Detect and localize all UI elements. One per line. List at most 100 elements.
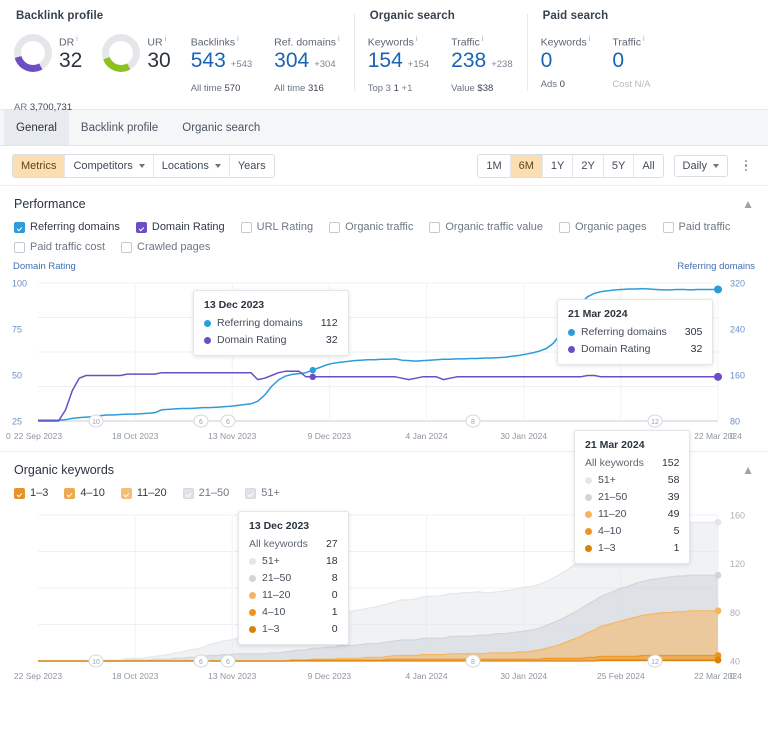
series-dot-icon [585,493,592,501]
range-2y[interactable]: 2Y [573,154,604,177]
checkbox-icon [14,241,25,253]
filter-metrics[interactable]: Metrics [13,154,66,177]
tooltip-date: 21 Mar 2024 [568,308,628,320]
checkbox-icon [245,487,257,499]
range-all[interactable]: All [634,154,663,177]
legend-organic-pages[interactable]: Organic pages [559,221,647,233]
dr-gauge-block: DR i 32 [14,34,82,72]
svg-text:25: 25 [12,417,22,427]
organic-keywords-chart[interactable]: 40 80 120 160 22 Sep 2023 18 Oct 2023 13 Nov 2… [0,430,768,699]
checkbox-icon [240,221,252,233]
checkbox-icon [182,487,194,499]
more-options-icon[interactable] [736,159,756,172]
svg-text:8: 8 [471,419,475,426]
svg-text:10: 10 [92,419,100,426]
svg-text:18 Oct 2023: 18 Oct 2023 [112,431,159,441]
info-icon[interactable]: i [589,34,591,43]
range-1m[interactable]: 1M [478,154,511,177]
filter-locations[interactable]: Locations [153,154,230,177]
svg-text:160: 160 [730,371,745,381]
organic-keywords-tooltip-2: 21 Mar 2024 All keywords 152 51+ 58 21–50 3… [574,430,691,564]
backlinks-value: 543 +543 [191,49,253,76]
legend-organic-traffic-value[interactable]: Organic traffic value [429,221,543,233]
svg-text:22 Sep 2023: 22 Sep 2023 [14,671,62,681]
svg-text:320: 320 [730,279,745,289]
svg-text:8: 8 [471,659,475,666]
filter-years[interactable]: Years [229,154,274,177]
legend-crawled-pages[interactable]: Crawled pages [121,241,210,253]
legend-kw-51plus[interactable]: 51+ [245,487,280,499]
tooltip-date: 21 Mar 2024 [585,439,645,451]
legend-domain-rating[interactable]: Domain Rating [135,221,225,233]
info-icon[interactable]: i [416,34,418,43]
organic-keywords-top3: Top 3 1 +1 [367,82,413,94]
organic-keywords-title: Organic keywords [14,463,115,477]
info-icon[interactable]: i [76,34,78,43]
legend-paid-traffic[interactable]: Paid traffic [662,221,730,233]
ref-domains-alltime: All time 316 [274,82,324,94]
svg-text:80: 80 [730,417,740,427]
info-icon[interactable]: i [165,34,167,43]
svg-text:30 Jan 2024: 30 Jan 2024 [500,431,547,441]
organic-traffic-value: 238 +238 [451,49,513,76]
tooltip-row: 1–3 1 [585,542,679,554]
series-dot-icon [249,574,256,582]
organic-traffic-delta: +238 [491,58,513,70]
info-icon[interactable]: i [643,34,645,43]
ar-line: AR 3,700,731 [14,101,73,113]
tab-general[interactable]: General [4,110,69,145]
performance-header: Performance ▲ [0,186,768,217]
legend-kw-4-10[interactable]: 4–10 [64,487,105,499]
series-dot-icon [585,510,592,518]
svg-text:12: 12 [651,659,659,666]
info-icon[interactable]: i [338,34,340,43]
organic-keywords-delta: +154 [407,58,430,70]
range-5y[interactable]: 5Y [603,154,635,177]
legend-kw-21-50[interactable]: 21–50 [182,487,229,499]
performance-tooltip-2: 21 Mar 2024 Referring domains 305 Domain … [557,299,714,365]
tooltip-row: 21–50 39 [585,491,679,503]
tooltip-row: 21–50 8 [249,572,338,584]
series-dot-icon [204,336,211,344]
tab-backlink-profile[interactable]: Backlink profile [69,110,170,145]
paid-traffic-label: Traffic i [612,34,645,49]
overview-group-paid-search: Paid search Keywords i 0 Ads 0 Traffic i 0… [526,10,665,109]
range-6m[interactable]: 6M [510,154,543,177]
ur-value: 30 [147,48,171,72]
series-dot-icon [249,625,256,633]
legend-kw-1-3[interactable]: 1–3 [14,487,48,499]
performance-chart[interactable]: Domain Rating Referring domains 25 50 75 10… [0,261,768,451]
legend-paid-traffic-cost[interactable]: Paid traffic cost [14,241,105,253]
legend-url-rating[interactable]: URL Rating [240,221,313,233]
chevron-up-icon[interactable]: ▲ [742,464,754,476]
checkbox-icon [14,221,25,233]
paid-traffic-cost: Cost N/A [612,78,651,90]
metric-backlinks: Backlinks i 543 +543 All time 570 [191,34,252,94]
legend-organic-traffic[interactable]: Organic traffic [329,221,413,233]
metric-organic-traffic: Traffic i 238 +238 Value $38 [451,34,512,94]
granularity-select[interactable]: Daily [673,154,728,177]
checkbox-icon [64,487,76,499]
chart-toolbar: Metrics Competitors Locations Years 1M 6… [0,146,768,186]
legend-kw-11-20[interactable]: 11–20 [120,487,167,499]
tooltip-row: Referring domains 112 [204,317,338,329]
checkbox-icon [329,221,341,233]
organic-keywords-tooltip-1: 13 Dec 2023 All keywords 27 51+ 18 21–50 8 … [238,511,349,645]
metric-ref-domains: Ref. domains i 304 +304 All time 316 [274,34,340,94]
range-1y[interactable]: 1Y [542,154,574,177]
svg-text:50: 50 [12,371,22,381]
chevron-up-icon[interactable]: ▲ [742,198,754,210]
info-icon[interactable]: i [482,34,484,43]
info-icon[interactable]: i [237,34,239,43]
svg-text:4 Jan 2024: 4 Jan 2024 [406,431,448,441]
backlinks-delta: +543 [230,58,253,70]
checkbox-icon [429,221,441,233]
filter-competitors[interactable]: Competitors [65,154,154,177]
ur-gauge-icon [102,34,141,72]
legend-referring-domains[interactable]: Referring domains [14,221,120,233]
tab-organic-search[interactable]: Organic search [170,110,272,145]
ref-domains-label: Ref. domains i [274,34,340,49]
tooltip-total-row: All keywords 152 [585,457,680,469]
paid-keywords-ads: Ads 0 [540,78,565,90]
tooltip-total-row: All keywords 27 [249,538,338,550]
